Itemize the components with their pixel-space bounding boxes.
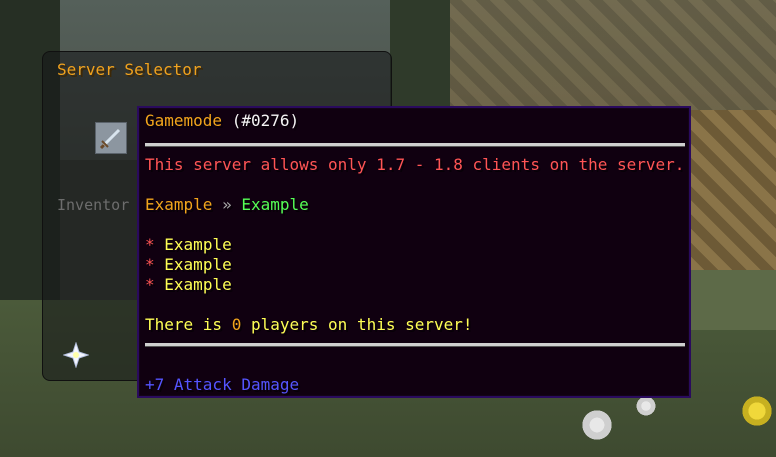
tooltip-divider: [145, 343, 685, 347]
players-prefix: There is: [145, 315, 223, 334]
tooltip-divider: [145, 143, 685, 147]
roof-background: [690, 110, 776, 270]
player-count: 0: [231, 315, 242, 334]
bullet-text: Example: [164, 255, 232, 274]
route-to: Example: [241, 195, 309, 214]
tree-background: [390, 0, 450, 110]
bullet-item: * Example: [145, 255, 232, 275]
roof-background: [430, 0, 776, 110]
nether-star-icon[interactable]: [62, 341, 90, 369]
route-from: Example: [145, 195, 213, 214]
players-suffix: players on this server!: [250, 315, 473, 334]
attack-damage-attribute: +7 Attack Damage: [145, 375, 300, 394]
diamond-sword-icon[interactable]: [95, 122, 127, 154]
route-separator: »: [222, 195, 232, 214]
player-count-line: There is 0 players on this server!: [145, 315, 473, 335]
bullet-marker: *: [145, 255, 155, 274]
bullet-text: Example: [164, 275, 232, 294]
route-line: Example » Example: [145, 195, 309, 215]
tooltip-title: Gamemode (#0276): [145, 111, 299, 131]
version-notice: This server allows only 1.7 - 1.8 client…: [145, 155, 685, 174]
bullet-text: Example: [164, 235, 232, 254]
flower-decoration: [634, 396, 658, 416]
server-name: Gamemode: [145, 111, 223, 130]
inventory-hint-text: Inventor: [57, 196, 130, 214]
server-selector-title: Server Selector: [57, 60, 202, 79]
game-scene: Server Selector Inventor Gamemode (#0276…: [0, 0, 776, 457]
bullet-marker: *: [145, 275, 155, 294]
bullet-item: * Example: [145, 235, 232, 255]
flower-decoration: [578, 410, 616, 440]
flower-decoration: [738, 396, 776, 426]
server-id: (#0276): [231, 111, 300, 130]
item-tooltip: Gamemode (#0276) This server allows only…: [137, 106, 691, 398]
bullet-marker: *: [145, 235, 155, 254]
bullet-item: * Example: [145, 275, 232, 295]
block-background: [690, 270, 776, 330]
